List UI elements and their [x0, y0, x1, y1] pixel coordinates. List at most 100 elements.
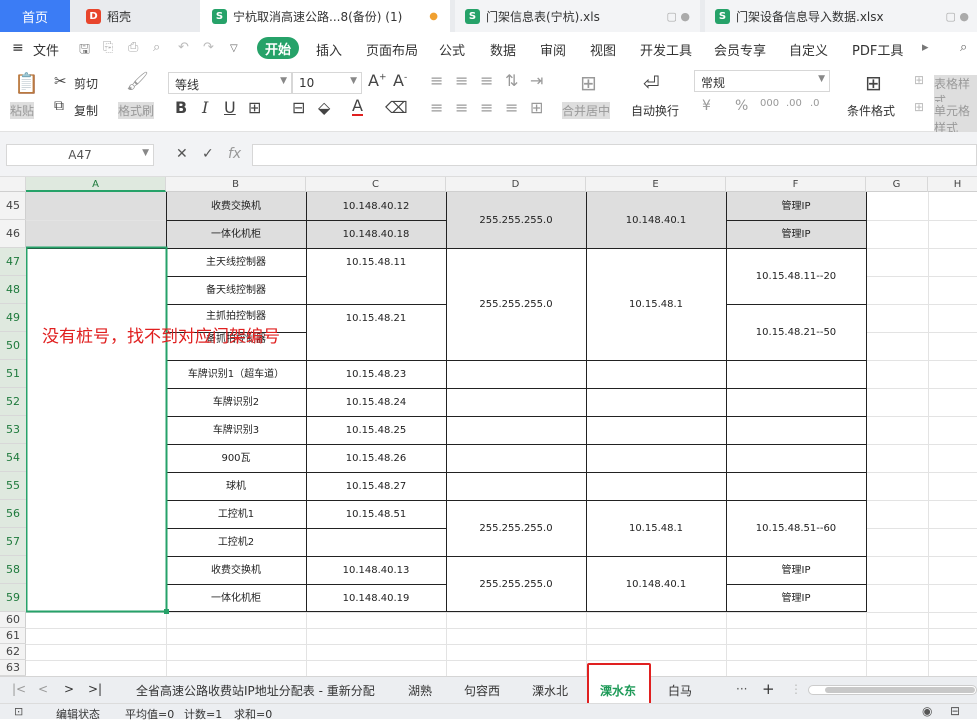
row-header[interactable]: 45 [0, 192, 26, 220]
cell-b51[interactable]: 车牌识别1（超车道） [166, 360, 306, 388]
preview-icon[interactable]: ⌕ [153, 40, 160, 55]
clear-format-icon[interactable]: ⌫ [385, 98, 408, 117]
row-header[interactable]: 56 [0, 500, 26, 528]
cell-c59[interactable]: 10.148.40.19 [306, 584, 446, 612]
name-box[interactable]: A47 ▼ [6, 144, 154, 166]
row-header[interactable]: 46 [0, 220, 26, 248]
sheet-tab-jurongxi[interactable]: 句容西 [464, 682, 500, 699]
cell-b52[interactable]: 车牌识别2 [166, 388, 306, 416]
row-header[interactable]: 57 [0, 528, 26, 556]
more-menu-icon[interactable]: ▸ [922, 40, 929, 55]
cell-b53[interactable]: 车牌识别3 [166, 416, 306, 444]
menu-insert[interactable]: 插入 [316, 40, 342, 59]
format-painter-icon[interactable]: 🖌 [126, 71, 149, 92]
align-middle-icon[interactable]: ≡ [455, 71, 468, 90]
cell-c52[interactable]: 10.15.48.24 [306, 388, 446, 416]
row-header[interactable]: 60 [0, 612, 26, 628]
indent-icon[interactable]: ⇥ [530, 71, 543, 90]
decrease-decimal-icon[interactable]: .0 [810, 98, 820, 109]
last-sheet-icon[interactable]: >| [88, 682, 102, 696]
column-header-a[interactable]: A [26, 177, 166, 192]
cell-b54[interactable]: 900瓦 [166, 444, 306, 472]
increase-font-icon[interactable]: A+ [368, 71, 387, 90]
cell-b46[interactable]: 一体化机柜 [166, 220, 306, 248]
cell-style-button[interactable]: 单元格样式 [934, 102, 977, 136]
cut-button[interactable]: 剪切 [74, 75, 98, 92]
tab-daoke[interactable]: D 稻壳 [76, 0, 194, 32]
sheet-tab-baima[interactable]: 白马 [668, 682, 692, 699]
redo-icon[interactable]: ↷ [203, 40, 214, 55]
strikethrough-icon[interactable]: ⊟ [292, 98, 305, 117]
formula-input[interactable] [252, 144, 977, 166]
row-header[interactable]: 63 [0, 660, 26, 676]
number-format-select[interactable]: 常规 ▼ [694, 70, 830, 92]
distribute-icon[interactable]: ⊞ [530, 98, 543, 117]
cell-c51[interactable]: 10.15.48.23 [306, 360, 446, 388]
search-icon[interactable]: ⌕ [960, 40, 967, 55]
menu-view[interactable]: 视图 [590, 40, 616, 59]
thousands-icon[interactable]: 000 [760, 98, 779, 109]
save-icon[interactable]: 🖫 [79, 40, 90, 62]
row-header[interactable]: 50 [0, 332, 26, 360]
percent-icon[interactable]: % [735, 98, 748, 114]
menu-page-layout[interactable]: 页面布局 [366, 40, 418, 59]
cancel-icon[interactable]: ✕ [176, 146, 188, 162]
tab-gantry-import[interactable]: S 门架设备信息导入数据.xlsx ▢ ● [705, 0, 977, 32]
cell-b57[interactable]: 工控机2 [166, 528, 306, 556]
undo-icon[interactable]: ↶ [178, 40, 189, 55]
cell-c47[interactable]: 10.15.48.11 [306, 248, 446, 276]
italic-icon[interactable]: I [202, 98, 208, 117]
cell-e47[interactable]: 10.15.48.1 [586, 248, 726, 360]
row-header[interactable]: 58 [0, 556, 26, 584]
print-icon[interactable]: ⎙ [128, 40, 138, 55]
cell-style-icon[interactable]: ⊞ [914, 100, 924, 114]
cell-d58[interactable]: 255.255.255.0 [446, 556, 586, 612]
format-painter-button[interactable]: 格式刷 [118, 102, 155, 119]
quick-access-dropdown-icon[interactable]: ▽ [230, 43, 238, 54]
next-sheet-icon[interactable]: > [64, 682, 74, 696]
cell-d45[interactable]: 255.255.255.0 [446, 192, 586, 248]
cell-e45[interactable]: 10.148.40.1 [586, 192, 726, 248]
menu-custom[interactable]: 自定义 [789, 40, 828, 59]
cell-b48[interactable]: 备天线控制器 [166, 276, 306, 304]
scissors-icon[interactable]: ✂ [54, 72, 67, 90]
fill-color-icon[interactable]: ⬙ [318, 98, 330, 117]
row-header[interactable]: 51 [0, 360, 26, 388]
cell-b45[interactable]: 收费交换机 [166, 192, 306, 220]
paste-button[interactable]: 粘贴 [10, 102, 35, 119]
column-header-e[interactable]: E [586, 177, 726, 192]
confirm-icon[interactable]: ✓ [202, 146, 214, 162]
conditional-format-icon[interactable]: ⊞ [865, 71, 882, 95]
cell-f49[interactable]: 10.15.48.21--50 [726, 304, 866, 360]
row-header[interactable]: 55 [0, 472, 26, 500]
column-header-b[interactable]: B [166, 177, 306, 192]
font-name-select[interactable]: 等线 ▼ [168, 72, 292, 94]
cell-b59[interactable]: 一体化机柜 [166, 584, 306, 612]
row-header[interactable]: 52 [0, 388, 26, 416]
cell-c58[interactable]: 10.148.40.13 [306, 556, 446, 584]
first-sheet-icon[interactable]: |< [12, 682, 26, 696]
view-settings-icon[interactable]: ⊟ [950, 704, 960, 718]
row-header[interactable]: 61 [0, 628, 26, 644]
decrease-font-icon[interactable]: A- [393, 71, 407, 90]
cell-b56[interactable]: 工控机1 [166, 500, 306, 528]
column-header-h[interactable]: H [928, 177, 977, 192]
horizontal-scrollbar[interactable] [808, 685, 977, 695]
tab-active-spreadsheet[interactable]: S 宁杭取消高速公路...8(备份) (1) ● [200, 0, 450, 32]
menu-member[interactable]: 会员专享 [714, 40, 766, 59]
insert-function-icon[interactable]: fx [228, 146, 241, 162]
cell-b47[interactable]: 主天线控制器 [166, 248, 306, 276]
cell-e56[interactable]: 10.15.48.1 [586, 500, 726, 556]
cell-d47[interactable]: 255.255.255.0 [446, 248, 586, 360]
border-icon[interactable]: ⊞ [248, 98, 261, 117]
eye-protection-icon[interactable]: ◉ [922, 704, 932, 718]
more-sheets-icon[interactable]: ··· [736, 682, 747, 696]
paste-icon[interactable]: 📋 [14, 71, 39, 95]
add-sheet-icon[interactable]: + [762, 680, 775, 698]
row-header[interactable]: 59 [0, 584, 26, 612]
prev-sheet-icon[interactable]: < [38, 682, 48, 696]
hamburger-icon[interactable]: ≡ [12, 40, 24, 56]
row-header[interactable]: 48 [0, 276, 26, 304]
export-icon[interactable]: ⎘ [103, 40, 113, 55]
cell-c45[interactable]: 10.148.40.12 [306, 192, 446, 220]
